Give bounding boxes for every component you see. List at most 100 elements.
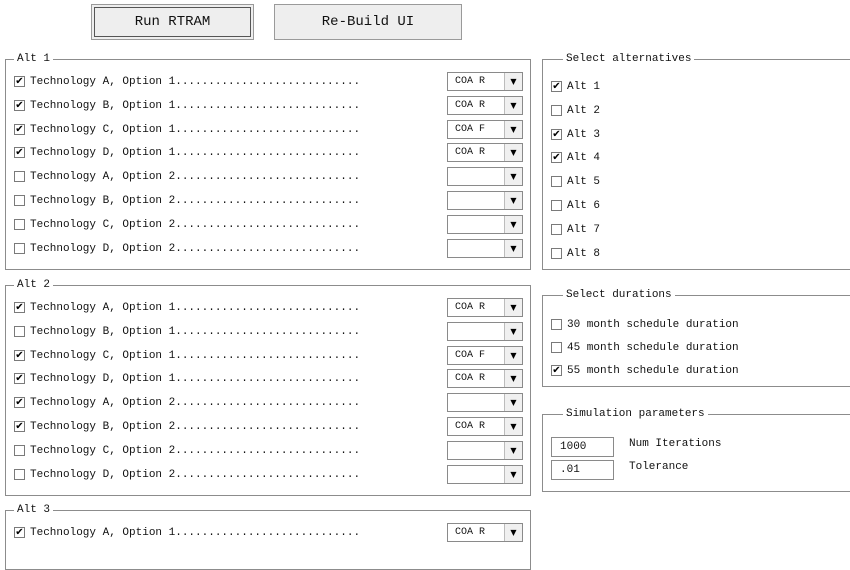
alt-3-group: Alt 3 ✔ Technology A, Option 1...........… [5, 503, 531, 570]
technology-label: Technology C, Option 1..................… [30, 349, 361, 362]
chevron-down-icon[interactable]: ▼ [504, 370, 522, 387]
alternative-item: Alt 6 [551, 197, 600, 214]
coa-select-value: COA R [455, 421, 486, 432]
technology-checkbox[interactable] [14, 445, 25, 456]
alternative-checkbox[interactable] [551, 200, 562, 211]
chevron-down-icon[interactable]: ▼ [504, 168, 522, 185]
technology-checkbox[interactable]: ✔ [14, 397, 25, 408]
coa-select[interactable]: COA R ▼ [447, 369, 523, 388]
technology-label: Technology A, Option 1..................… [30, 75, 361, 88]
coa-select[interactable]: ▼ [447, 322, 523, 341]
technology-checkbox[interactable]: ✔ [14, 100, 25, 111]
technology-checkbox[interactable]: ✔ [14, 76, 25, 87]
coa-select[interactable]: COA R ▼ [447, 96, 523, 115]
technology-checkbox[interactable] [14, 469, 25, 480]
alternative-checkbox[interactable] [551, 105, 562, 116]
chevron-down-icon[interactable]: ▼ [504, 97, 522, 114]
chevron-down-icon[interactable]: ▼ [504, 192, 522, 209]
num-iterations-input[interactable]: 1000 [551, 437, 614, 457]
alternative-label: Alt 4 [567, 151, 601, 164]
duration-label: 55 month schedule duration [567, 364, 739, 377]
technology-checkbox[interactable]: ✔ [14, 302, 25, 313]
check-icon: ✔ [15, 99, 24, 111]
alternative-checkbox[interactable] [551, 176, 562, 187]
alternative-item: Alt 2 [551, 102, 600, 119]
alternative-label: Alt 3 [567, 128, 601, 141]
coa-select[interactable]: ▼ [447, 393, 523, 412]
check-icon: ✔ [15, 301, 24, 313]
coa-select-value [448, 240, 504, 257]
coa-select-value: COA R [455, 527, 486, 538]
tolerance-input[interactable]: .01 [551, 460, 614, 480]
chevron-down-icon[interactable]: ▼ [504, 394, 522, 411]
coa-select-value [448, 216, 504, 233]
technology-checkbox[interactable]: ✔ [14, 373, 25, 384]
chevron-down-icon[interactable]: ▼ [504, 73, 522, 90]
alternative-checkbox[interactable]: ✔ [551, 152, 562, 163]
technology-row: ✔ Technology B, Option 2.................… [14, 418, 360, 435]
rebuild-ui-button[interactable]: Re-Build UI [274, 4, 462, 40]
coa-select[interactable]: ▼ [447, 167, 523, 186]
technology-row: ✔ Technology A, Option 1.................… [14, 299, 360, 316]
coa-select[interactable]: COA R ▼ [447, 72, 523, 91]
technology-row: ✔ Technology B, Option 1.................… [14, 97, 360, 114]
alternative-item: Alt 5 [551, 173, 600, 190]
chevron-down-icon[interactable]: ▼ [504, 121, 522, 138]
coa-select[interactable]: COA R ▼ [447, 417, 523, 436]
technology-label: Technology C, Option 2..................… [30, 218, 361, 231]
check-icon: ✔ [15, 349, 24, 361]
select-durations-title: Select durations [563, 288, 675, 302]
duration-checkbox[interactable] [551, 319, 562, 330]
check-icon: ✔ [15, 146, 24, 158]
chevron-down-icon[interactable]: ▼ [504, 216, 522, 233]
coa-select[interactable]: COA F ▼ [447, 346, 523, 365]
technology-checkbox[interactable]: ✔ [14, 527, 25, 538]
chevron-down-icon[interactable]: ▼ [504, 442, 522, 459]
technology-checkbox[interactable]: ✔ [14, 421, 25, 432]
duration-item: 45 month schedule duration [551, 339, 739, 356]
alt-1-group: Alt 1 ✔ Technology A, Option 1...........… [5, 52, 531, 270]
chevron-down-icon[interactable]: ▼ [504, 466, 522, 483]
coa-select-value: COA R [455, 147, 486, 158]
chevron-down-icon[interactable]: ▼ [504, 144, 522, 161]
technology-checkbox[interactable] [14, 219, 25, 230]
check-icon: ✔ [15, 526, 24, 538]
duration-checkbox[interactable]: ✔ [551, 365, 562, 376]
chevron-down-icon[interactable]: ▼ [504, 299, 522, 316]
alternative-checkbox[interactable] [551, 248, 562, 259]
technology-checkbox[interactable] [14, 195, 25, 206]
alternative-checkbox[interactable]: ✔ [551, 81, 562, 92]
coa-select[interactable]: COA R ▼ [447, 298, 523, 317]
technology-checkbox[interactable] [14, 243, 25, 254]
simulation-parameters-group: Simulation parameters 1000 Num Iteration… [542, 407, 850, 492]
chevron-down-icon[interactable]: ▼ [504, 347, 522, 364]
technology-row: Technology A, Option 2..................… [14, 168, 360, 185]
run-rtram-button[interactable]: Run RTRAM [91, 4, 254, 40]
technology-checkbox[interactable]: ✔ [14, 350, 25, 361]
technology-checkbox[interactable]: ✔ [14, 147, 25, 158]
coa-select[interactable]: ▼ [447, 441, 523, 460]
alternative-checkbox[interactable]: ✔ [551, 129, 562, 140]
coa-select[interactable]: COA R ▼ [447, 523, 523, 542]
duration-checkbox[interactable] [551, 342, 562, 353]
coa-select[interactable]: ▼ [447, 215, 523, 234]
coa-select[interactable]: ▼ [447, 465, 523, 484]
coa-select[interactable]: COA F ▼ [447, 120, 523, 139]
select-durations-group: Select durations 30 month schedule durat… [542, 288, 850, 387]
coa-select[interactable]: ▼ [447, 191, 523, 210]
chevron-down-icon[interactable]: ▼ [504, 323, 522, 340]
technology-checkbox[interactable] [14, 171, 25, 182]
technology-checkbox[interactable] [14, 326, 25, 337]
coa-select[interactable]: ▼ [447, 239, 523, 258]
alternative-checkbox[interactable] [551, 224, 562, 235]
coa-select[interactable]: COA R ▼ [447, 143, 523, 162]
alternative-item: ✔ Alt 4 [551, 149, 600, 166]
technology-checkbox[interactable]: ✔ [14, 124, 25, 135]
alt-1-group-title: Alt 1 [14, 52, 54, 66]
duration-item: ✔ 55 month schedule duration [551, 362, 739, 379]
chevron-down-icon[interactable]: ▼ [504, 240, 522, 257]
chevron-down-icon[interactable]: ▼ [504, 418, 522, 435]
technology-row: ✔ Technology A, Option 1.................… [14, 524, 360, 541]
select-alternatives-group: Select alternatives ✔ Alt 1 Alt 2 ✔ Alt 3 ✔ Al… [542, 52, 850, 270]
chevron-down-icon[interactable]: ▼ [504, 524, 522, 541]
